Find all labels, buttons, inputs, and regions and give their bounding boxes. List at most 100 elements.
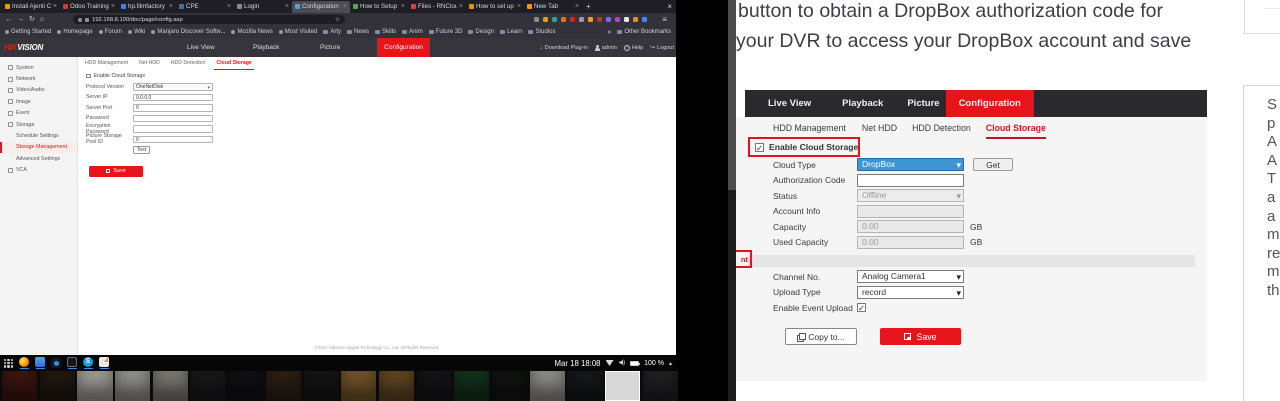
save-button[interactable]: Save [89,166,143,177]
help-link[interactable]: ?Help [624,45,643,51]
extension-icon[interactable] [615,17,621,23]
browser-tab[interactable]: How to set up × [466,1,524,13]
other-bookmarks[interactable]: Other Bookmarks [617,29,671,35]
window-thumbnail[interactable] [454,371,489,401]
enable-event-upload-checkbox[interactable]: ✓ [857,303,866,312]
clock[interactable]: Mar 18 18:08 [555,359,601,368]
window-close-icon[interactable]: × [667,2,672,11]
bookmark-item[interactable]: Homepage [57,29,92,35]
window-thumbnail[interactable] [567,371,602,401]
terminal-launcher[interactable] [67,357,77,370]
nav-playback[interactable]: Playback [253,38,279,57]
extension-icon[interactable] [588,17,594,23]
bookmark-item[interactable]: Wiki [128,29,145,35]
forward-icon[interactable]: → [17,16,24,23]
extension-icon[interactable] [606,17,612,23]
field-input[interactable] [133,125,213,133]
browser-tab[interactable]: How to Setup × [350,1,408,13]
window-thumbnail[interactable] [304,371,339,401]
software-center-launcher[interactable] [51,358,61,368]
window-thumbnail[interactable] [605,371,640,401]
tray-expand-icon[interactable]: ▴ [669,360,672,367]
browser-tab[interactable]: Odoo Training × [60,1,118,13]
bookmark-item[interactable]: Studios [528,29,555,35]
bookmark-item[interactable]: Skills [375,29,396,35]
window-thumbnail[interactable] [2,371,37,401]
volume-icon[interactable]: ◀) [619,360,626,366]
tab-close-icon[interactable]: × [169,3,173,10]
file-manager-launcher[interactable] [35,357,45,370]
address-bar[interactable]: 192.168.8.100/doc/page/config.asp ☆ [73,15,345,25]
window-thumbnail[interactable] [417,371,452,401]
window-thumbnail[interactable] [77,371,112,401]
cloud-type-select[interactable]: DropBox [857,158,964,171]
reload-icon[interactable]: ↻ [29,16,35,23]
doc-storage-tab[interactable]: HDD Detection [912,120,971,139]
nav-live-view[interactable]: Live View [187,38,215,57]
browser-tab[interactable]: Files - RNClou × [408,1,466,13]
logout-link[interactable]: ↪Logout [650,45,674,51]
sidebar-item[interactable]: Video/Audio [0,85,77,96]
enable-cloud-storage-checkbox[interactable]: ✓ [755,143,764,152]
channel-no-select[interactable]: Analog Camera1 [857,270,964,283]
copy-to-button[interactable]: Copy to... [785,328,857,345]
storage-tab[interactable]: Cloud Storage [214,58,253,70]
window-thumbnail[interactable] [190,371,225,401]
bookmark-item[interactable]: Design [468,29,494,35]
tab-close-icon[interactable]: × [227,3,231,10]
extension-icon[interactable] [552,17,558,23]
extension-icon[interactable] [579,17,585,23]
sidebar-item[interactable]: Schedule Settings [0,130,77,141]
extension-icon[interactable] [570,17,576,23]
doc-nav-item[interactable]: Playback [842,98,883,109]
field-input[interactable] [133,115,213,123]
bookmark-item[interactable]: Anim [402,29,423,35]
text-editor-launcher[interactable] [99,357,109,370]
storage-tab[interactable]: Net HDD [137,58,162,70]
test-button[interactable]: Test [133,146,150,154]
sidebar-item[interactable]: Storage Management [0,142,77,153]
tab-close-icon[interactable]: × [401,3,405,10]
home-icon[interactable]: ⌂ [40,16,44,23]
window-thumbnail[interactable] [266,371,301,401]
window-thumbnail[interactable] [228,371,263,401]
window-thumbnail[interactable] [341,371,376,401]
doc-nav-item[interactable]: Configuration [946,90,1034,117]
browser-tab[interactable]: Install Ajenti C × [2,1,60,13]
extension-icon[interactable] [624,17,630,23]
sidebar-item[interactable]: Storage [0,119,77,130]
window-thumbnail[interactable] [115,371,150,401]
firefox-launcher[interactable] [19,357,29,370]
field-input[interactable]: 0.0.0.0 [133,94,213,102]
bookmark-star-icon[interactable]: ☆ [335,16,340,23]
browser-tab[interactable]: Login × [234,1,292,13]
wifi-icon[interactable] [606,360,614,366]
bookmark-item[interactable]: Manjaro Discover Softw... [151,29,225,35]
extension-icon[interactable] [597,17,603,23]
save-button[interactable]: Save [880,328,961,345]
window-thumbnail[interactable] [379,371,414,401]
extension-icon[interactable] [543,17,549,23]
extension-icon[interactable] [534,17,540,23]
tab-close-icon[interactable]: × [517,3,521,10]
browser-tab[interactable]: New Tab × [524,1,582,13]
browser-tab[interactable]: Configuration × [292,1,350,13]
bookmark-item[interactable]: Arty [323,29,341,35]
bookmark-item[interactable]: Forum [99,29,122,35]
extension-icon[interactable] [642,17,648,23]
skype-launcher[interactable]: S [83,357,93,370]
sidebar-item[interactable]: VCA [0,165,77,176]
doc-nav-item[interactable]: Picture [907,98,939,109]
bookmark-item[interactable]: Future 3D [429,29,463,35]
bookmark-item[interactable]: Learn [500,29,522,35]
field-input[interactable]: 0 [133,104,213,112]
sidebar-item[interactable]: Advanced Settings [0,153,77,164]
get-button[interactable]: Get [973,158,1013,171]
field-input[interactable]: OneNetDisk [133,83,213,91]
nav-configuration[interactable]: Configuration [377,38,430,57]
bookmark-item[interactable]: Most Visited [279,29,318,35]
extension-icon[interactable] [561,17,567,23]
storage-tab[interactable]: HDD Detection [169,58,208,70]
new-tab-button[interactable]: + [586,2,591,11]
nav-picture[interactable]: Picture [320,38,340,57]
